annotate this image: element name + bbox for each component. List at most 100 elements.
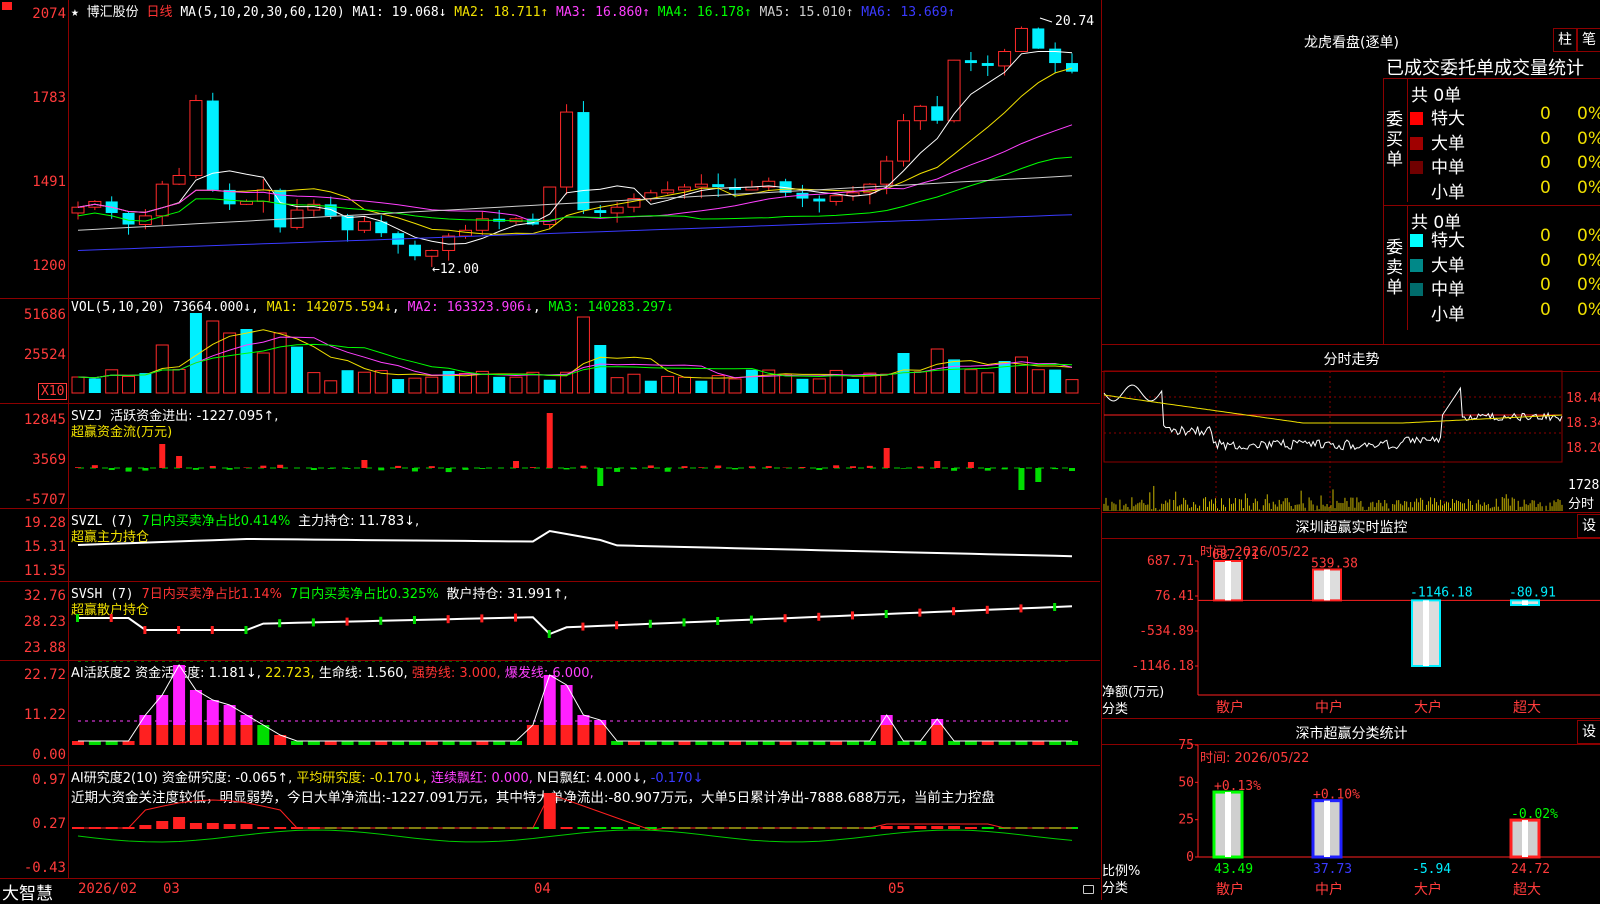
legend-square (1410, 112, 1423, 125)
research-bars (0, 766, 1100, 878)
retail-tick (986, 606, 989, 614)
bar-value-label: -5.94 (1412, 862, 1451, 877)
order-pct: 0% (1577, 226, 1600, 246)
research-bar (156, 821, 168, 829)
bar-highlight (1522, 820, 1528, 857)
active-bar (948, 741, 960, 745)
flow-bar (361, 460, 367, 468)
active-bar (628, 741, 640, 745)
activity-bars (0, 661, 1100, 765)
volume-bar (1032, 370, 1044, 393)
category-label: 中户 (1315, 699, 1343, 716)
candle-body (561, 112, 573, 187)
order-type: 小单 (1431, 183, 1465, 203)
flow-bar (648, 465, 654, 468)
flow-bar (109, 468, 115, 470)
retail-tick (1053, 603, 1056, 611)
category-label: 大户 (1414, 881, 1442, 898)
candle-body (72, 207, 84, 213)
retail-tick (278, 619, 281, 627)
flow-bar (968, 462, 974, 468)
candlestick-chart[interactable] (0, 0, 1100, 298)
volume-bar (645, 381, 657, 393)
order-pct: 0% (1577, 275, 1600, 295)
retail-tick (952, 607, 955, 615)
svzj-panel[interactable]: 12845 3569 -5707 SVZJ 活跃资金进出: -1227.095↑… (0, 404, 1100, 509)
svsh-panel[interactable]: 32.76 28.23 23.88 SVSH (7) 7日内买卖净占比1.14%… (0, 582, 1100, 661)
bar-highlight (1225, 561, 1231, 600)
low-price-label: ←12.00 (432, 262, 479, 277)
sell-orders-label: 委卖单 (1386, 238, 1404, 298)
bar-mode-button[interactable]: 柱 (1553, 28, 1577, 52)
volume-bar (830, 370, 842, 393)
minute-trend-panel[interactable]: 分时走势 18.48 18.34 18.20 1728 分时 (1101, 345, 1600, 513)
retail-tick (649, 620, 652, 628)
volume-bar (510, 377, 522, 393)
volume-bar (274, 333, 286, 393)
flow-bar (614, 468, 620, 472)
retail-tick (76, 614, 79, 622)
ai-research-panel[interactable]: 0.97 0.27 -0.43 AI研究度2(10) 资金研究度: -0.065… (0, 766, 1100, 879)
volume-panel[interactable]: 51686 25524 X10 VOL(5,10,20) 73664.000↓,… (0, 299, 1100, 404)
active-bar (746, 741, 758, 745)
volume-bar (796, 379, 808, 393)
volume-bar (257, 353, 269, 393)
volume-bar (72, 377, 84, 393)
flow-bar (715, 466, 721, 468)
ma-line (78, 125, 1072, 222)
active-bar (139, 725, 151, 745)
flow-bar (227, 468, 233, 470)
main-chart-panel[interactable]: 2074 1783 1491 1200 ★ 博汇股份 日线 MA(5,10,20… (0, 0, 1100, 299)
candle-body (1049, 49, 1061, 63)
active-bar (443, 741, 455, 745)
main-holding-line (0, 509, 1100, 581)
research-bar (914, 826, 926, 829)
volume-bar (813, 379, 825, 393)
candle-body (173, 176, 185, 185)
order-count: 0 (1540, 226, 1551, 246)
bar-highlight (1324, 801, 1330, 857)
retail-tick (480, 614, 483, 622)
flow-bar (530, 467, 536, 468)
retail-tick (110, 614, 113, 622)
svzl-panel[interactable]: 19.28 15.31 11.35 SVZL (7) 7日内买卖净占比0.414… (0, 509, 1100, 582)
candle-body (190, 101, 202, 176)
ai-active-panel[interactable]: 22.72 11.22 0.00 AI活跃度2 资金活跃度: 1.181↓, 2… (0, 661, 1100, 766)
flow-bar (917, 466, 923, 468)
bar-highlight (1225, 792, 1231, 857)
order-count: 0 (1540, 153, 1551, 173)
active-bar (291, 741, 303, 745)
tab-stats[interactable]: 已成交委托单成交量统计 (1386, 54, 1584, 80)
research-bar (594, 827, 606, 829)
flow-bar (1052, 468, 1058, 469)
volume-bar (409, 378, 421, 393)
order-count: 0 (1540, 275, 1551, 295)
flow-bar (1069, 468, 1075, 471)
active-bar (190, 690, 202, 725)
candle-body (881, 161, 893, 184)
bar-value-label: 24.72 (1511, 862, 1550, 877)
buy-orders-label: 委买单 (1386, 110, 1404, 170)
lock-icon[interactable] (1083, 885, 1094, 894)
active-bar (409, 741, 421, 745)
active-bar (139, 715, 151, 725)
volume-bar (392, 379, 404, 393)
candle-body (965, 60, 977, 63)
tick-mode-button[interactable]: 笔 (1577, 28, 1600, 52)
retail-tick (784, 614, 787, 622)
intraday-chart[interactable] (1102, 345, 1600, 512)
flow-bar (631, 468, 637, 469)
candle-body (914, 106, 926, 120)
order-type: 小单 (1431, 305, 1465, 325)
candle-body (577, 112, 589, 210)
legend-square (1410, 259, 1423, 272)
flow-bar (260, 466, 266, 468)
active-bar (392, 741, 404, 745)
active-bar (898, 741, 910, 745)
volume-bar (459, 374, 471, 393)
active-bar (426, 741, 438, 745)
flow-bar (665, 468, 671, 472)
high-marker (1040, 18, 1052, 22)
candle-body (679, 187, 691, 190)
order-count: 0 (1540, 129, 1551, 149)
